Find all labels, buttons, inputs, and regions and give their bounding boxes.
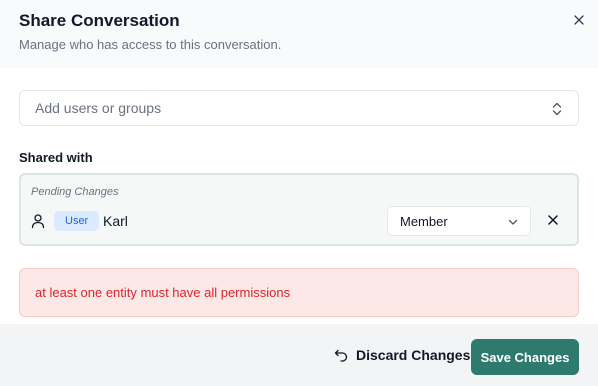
user-name: Karl <box>103 213 128 229</box>
save-changes-button[interactable]: Save Changes <box>471 339 579 375</box>
dialog-footer: Discard Changes Save Changes <box>0 324 598 386</box>
person-icon <box>31 214 45 229</box>
close-icon <box>548 215 558 225</box>
save-changes-label: Save Changes <box>480 349 570 365</box>
share-dialog: Share Conversation Manage who has access… <box>0 0 598 386</box>
shared-with-label: Shared with <box>19 150 93 165</box>
user-type-badge: User <box>54 211 100 231</box>
discard-changes-label: Discard Changes <box>356 347 471 363</box>
undo-icon <box>334 349 348 362</box>
add-users-placeholder: Add users or groups <box>35 100 162 116</box>
close-icon <box>574 15 584 25</box>
dialog-subtitle: Manage who has access to this conversati… <box>19 37 282 52</box>
discard-changes-button[interactable]: Discard Changes <box>334 344 470 366</box>
chevron-up-down-icon <box>552 102 562 116</box>
close-button[interactable] <box>570 11 588 29</box>
error-alert: at least one entity must have all permis… <box>19 268 579 317</box>
add-users-input[interactable]: Add users or groups <box>19 90 579 126</box>
role-select-value: Member <box>400 213 448 229</box>
remove-entry-button[interactable] <box>545 212 561 228</box>
pending-changes-title: Pending Changes <box>31 186 119 198</box>
pending-changes-panel: Pending Changes User Karl Member <box>19 173 579 246</box>
dialog-body: Add users or groups Shared with Pending … <box>0 68 598 324</box>
chevron-down-icon <box>508 219 518 225</box>
dialog-header: Share Conversation Manage who has access… <box>0 0 598 68</box>
dialog-title: Share Conversation <box>19 11 180 30</box>
role-select[interactable]: Member <box>387 206 531 236</box>
error-message: at least one entity must have all permis… <box>35 285 291 300</box>
